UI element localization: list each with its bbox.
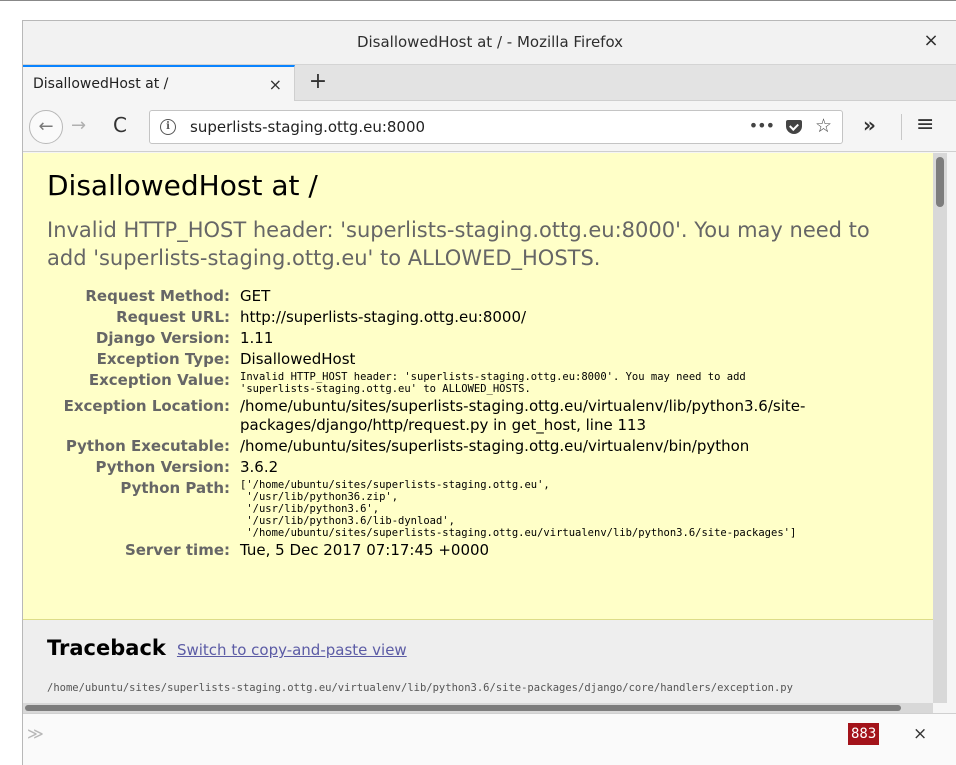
meta-label: Python Executable: <box>65 437 230 455</box>
meta-label: Django Version: <box>95 329 230 347</box>
meta-row: Request Method: GET <box>47 286 860 307</box>
tab-disallowedhost[interactable]: DisallowedHost at / × <box>23 65 295 101</box>
meta-label: Exception Type: <box>96 350 230 368</box>
meta-value: 3.6.2 <box>240 458 279 476</box>
vertical-scrollbar[interactable] <box>933 153 947 703</box>
meta-value: /home/ubuntu/sites/superlists-staging.ot… <box>240 397 806 434</box>
url-bar[interactable]: i superlists-staging.ottg.eu:8000 ••• ☆ <box>149 110 843 144</box>
count-badge[interactable]: 883 <box>848 723 880 745</box>
meta-label: Python Path: <box>120 479 230 497</box>
meta-label: Server time: <box>124 541 230 559</box>
navigation-toolbar: ← → C i superlists-staging.ottg.eu:8000 … <box>23 102 956 152</box>
url-text[interactable]: superlists-staging.ottg.eu:8000 <box>190 118 425 136</box>
meta-label: Exception Location: <box>63 397 230 415</box>
meta-value: GET <box>240 287 271 305</box>
window-title: DisallowedHost at / - Mozilla Firefox <box>356 33 624 51</box>
meta-row: Django Version: 1.11 <box>47 328 860 349</box>
meta-value: DisallowedHost <box>240 350 356 368</box>
screen-top-edge <box>0 0 956 1</box>
meta-value-exception: Invalid HTTP_HOST header: 'superlists-st… <box>240 371 746 395</box>
meta-row: Python Version: 3.6.2 <box>47 457 860 478</box>
meta-row: Python Executable: /home/ubuntu/sites/su… <box>47 436 860 457</box>
tab-label: DisallowedHost at / <box>33 76 169 92</box>
meta-value: /home/ubuntu/sites/superlists-staging.ot… <box>240 437 750 455</box>
error-summary: DisallowedHost at / Invalid HTTP_HOST he… <box>23 153 933 620</box>
meta-row: Exception Type: DisallowedHost <box>47 349 860 370</box>
new-tab-icon[interactable]: + <box>305 69 331 94</box>
meta-value: Tue, 5 Dec 2017 07:17:45 +0000 <box>240 541 490 559</box>
request-meta-table: Request Method: GET Request URL: http://… <box>47 286 860 561</box>
meta-value-python-path: ['/home/ubuntu/sites/superlists-staging.… <box>240 479 797 539</box>
reload-icon[interactable]: C <box>113 113 127 137</box>
meta-row: Exception Location: /home/ubuntu/sites/s… <box>47 396 860 436</box>
star-icon[interactable]: ☆ <box>815 115 832 137</box>
meta-row: Request URL: http://superlists-staging.o… <box>47 307 860 328</box>
meta-label: Exception Value: <box>88 371 230 389</box>
meta-row: Server time: Tue, 5 Dec 2017 07:17:45 +0… <box>47 540 860 561</box>
meta-row: Python Path: ['/home/ubuntu/sites/superl… <box>47 478 860 540</box>
traceback-section: Traceback Switch to copy-and-paste view … <box>23 620 933 703</box>
page-actions-icon[interactable]: ••• <box>749 116 775 135</box>
meta-label: Request Method: <box>85 287 230 305</box>
vertical-scroll-thumb[interactable] <box>936 157 944 207</box>
meta-label: Python Version: <box>95 458 230 476</box>
horizontal-scroll-thumb[interactable] <box>25 705 901 711</box>
devtools-bottom-bar: ≫ 883 × <box>23 713 956 765</box>
horizontal-scrollbar[interactable] <box>23 703 933 713</box>
tab-close-icon[interactable]: × <box>269 75 282 94</box>
pocket-icon[interactable] <box>786 120 802 134</box>
title-bar: DisallowedHost at / - Mozilla Firefox × <box>23 21 956 65</box>
forward-arrow-icon[interactable]: → <box>71 115 86 136</box>
switch-to-copy-paste-link[interactable]: Switch to copy-and-paste view <box>177 641 407 659</box>
toolbar-overflow-icon[interactable]: » <box>863 113 876 137</box>
info-icon[interactable]: i <box>160 119 176 135</box>
page-content: DisallowedHost at / Invalid HTTP_HOST he… <box>23 153 933 703</box>
back-arrow-icon[interactable]: ← <box>29 110 63 144</box>
meta-value: 1.11 <box>240 329 274 347</box>
meta-label: Request URL: <box>116 308 230 326</box>
error-title: DisallowedHost at / <box>47 169 318 202</box>
hamburger-menu-icon[interactable]: ≡ <box>916 112 934 137</box>
double-chevron-icon[interactable]: ≫ <box>27 724 44 743</box>
toolbar-separator <box>901 114 902 140</box>
error-message: Invalid HTTP_HOST header: 'superlists-st… <box>47 218 870 270</box>
traceback-title: Traceback <box>47 636 166 660</box>
meta-value: http://superlists-staging.ottg.eu:8000/ <box>240 308 527 326</box>
bottom-bar-close-icon[interactable]: × <box>913 724 927 744</box>
browser-window: DisallowedHost at / - Mozilla Firefox × … <box>22 20 956 765</box>
meta-row: Exception Value: Invalid HTTP_HOST heade… <box>47 370 860 396</box>
traceback-frame-path[interactable]: /home/ubuntu/sites/superlists-staging.ot… <box>47 682 933 694</box>
tab-strip: DisallowedHost at / × + <box>23 65 956 101</box>
window-close-icon[interactable]: × <box>921 31 941 51</box>
